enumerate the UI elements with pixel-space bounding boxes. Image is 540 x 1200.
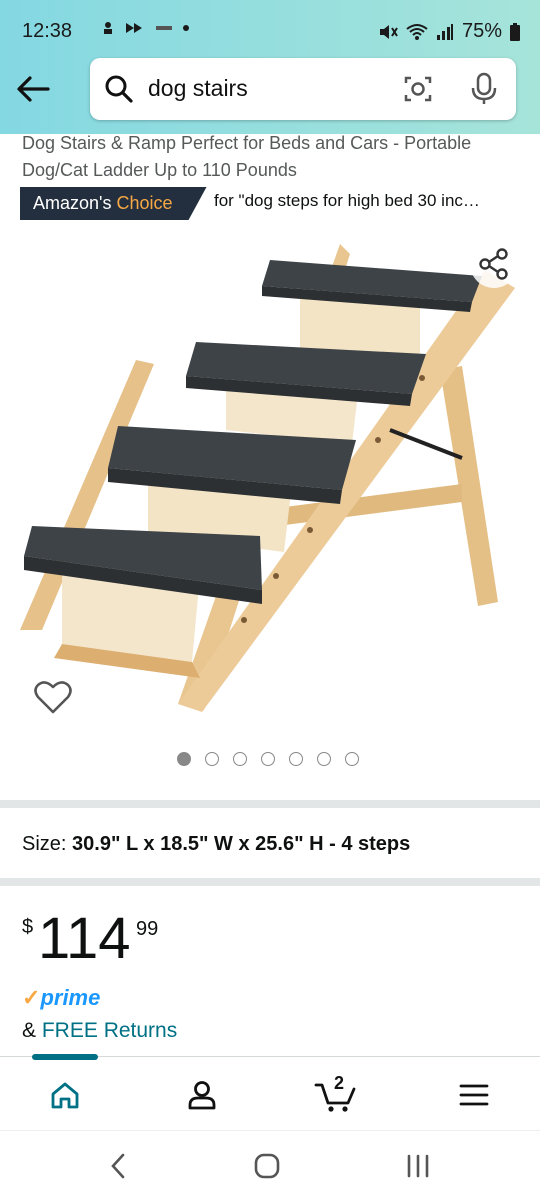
account-icon: [188, 1081, 216, 1110]
battery-percent: 75%: [461, 20, 502, 42]
carousel-dot-7[interactable]: [345, 752, 359, 766]
nav-home[interactable]: [35, 1075, 95, 1115]
status-bar: 12:38 75%: [0, 0, 540, 60]
search-icon: [105, 75, 133, 103]
prime-label: prime: [40, 985, 101, 1010]
nav-cart[interactable]: 2: [306, 1073, 366, 1115]
carousel-dot-1[interactable]: [177, 752, 191, 766]
notification-icons: [100, 20, 190, 36]
app-header: 12:38 75%: [0, 0, 540, 134]
carousel-dot-6[interactable]: [317, 752, 331, 766]
nav-account[interactable]: [172, 1075, 232, 1115]
amazons-choice-badge: Amazon's Choice: [20, 187, 207, 220]
active-tab-indicator: [32, 1054, 98, 1060]
cart-count: 2: [334, 1073, 345, 1093]
search-input[interactable]: [148, 75, 368, 102]
carousel-dot-3[interactable]: [233, 752, 247, 766]
carousel-dot-2[interactable]: [205, 752, 219, 766]
microphone-icon[interactable]: [470, 72, 498, 106]
notification-icon: [104, 22, 112, 34]
status-right: 75%: [378, 20, 520, 43]
section-divider: [0, 878, 540, 886]
hamburger-menu-icon: [459, 1084, 489, 1106]
price-whole: 114: [38, 906, 131, 971]
prime-video-icon: [126, 23, 142, 33]
returns-prefix: &: [22, 1019, 37, 1042]
chevron-left-icon: [111, 1153, 125, 1179]
nav-menu[interactable]: [444, 1075, 504, 1115]
search-bar[interactable]: [90, 58, 516, 120]
wifi-icon: [406, 23, 428, 40]
camera-search-icon[interactable]: [402, 73, 434, 105]
price-currency: $: [22, 916, 34, 938]
status-time: 12:38: [22, 20, 73, 42]
free-returns-link[interactable]: FREE Returns: [42, 1019, 177, 1042]
system-home-button[interactable]: [247, 1151, 287, 1181]
carousel-dot-5[interactable]: [289, 752, 303, 766]
share-button[interactable]: [470, 240, 518, 288]
home-circle-icon: [254, 1153, 280, 1179]
signal-icon: [436, 23, 453, 40]
system-back-button[interactable]: [98, 1151, 138, 1181]
size-label: Size:: [22, 833, 67, 855]
home-icon: [51, 1082, 79, 1109]
badge-prefix: Amazon's: [33, 193, 112, 213]
system-recents-button[interactable]: [398, 1151, 438, 1181]
size-value: 30.9" L x 18.5" W x 25.6" H - 4 steps: [72, 833, 411, 855]
prime-check-icon: ✓: [22, 985, 41, 1010]
product-title[interactable]: Dog Stairs & Ramp Perfect for Beds and C…: [22, 130, 522, 184]
choice-keyword[interactable]: for "dog steps for high bed 30 inc…: [214, 191, 480, 211]
section-divider: [0, 800, 540, 808]
size-selector[interactable]: Size: 30.9" L x 18.5" W x 25.6" H - 4 st…: [22, 833, 410, 856]
heart-icon: [34, 681, 72, 714]
image-carousel-dots: [177, 752, 359, 766]
prime-badge: ✓prime: [22, 985, 100, 1011]
battery-icon: [510, 22, 520, 41]
share-icon: [479, 248, 508, 280]
price-fraction: 99: [136, 918, 159, 940]
back-arrow-icon: [17, 76, 50, 102]
bottom-nav: 2: [0, 1054, 540, 1130]
product-image[interactable]: [0, 230, 540, 730]
recents-icon: [407, 1154, 429, 1178]
app-notification-icon: [156, 26, 172, 30]
back-button[interactable]: [14, 72, 54, 106]
free-returns: & FREE Returns: [22, 1019, 177, 1043]
badge-suffix: Choice: [116, 193, 173, 213]
mute-icon: [379, 24, 398, 39]
wishlist-heart-button[interactable]: [32, 676, 74, 718]
system-navigation-bar: [0, 1130, 540, 1200]
carousel-dot-4[interactable]: [261, 752, 275, 766]
more-dot-icon: [183, 25, 189, 31]
